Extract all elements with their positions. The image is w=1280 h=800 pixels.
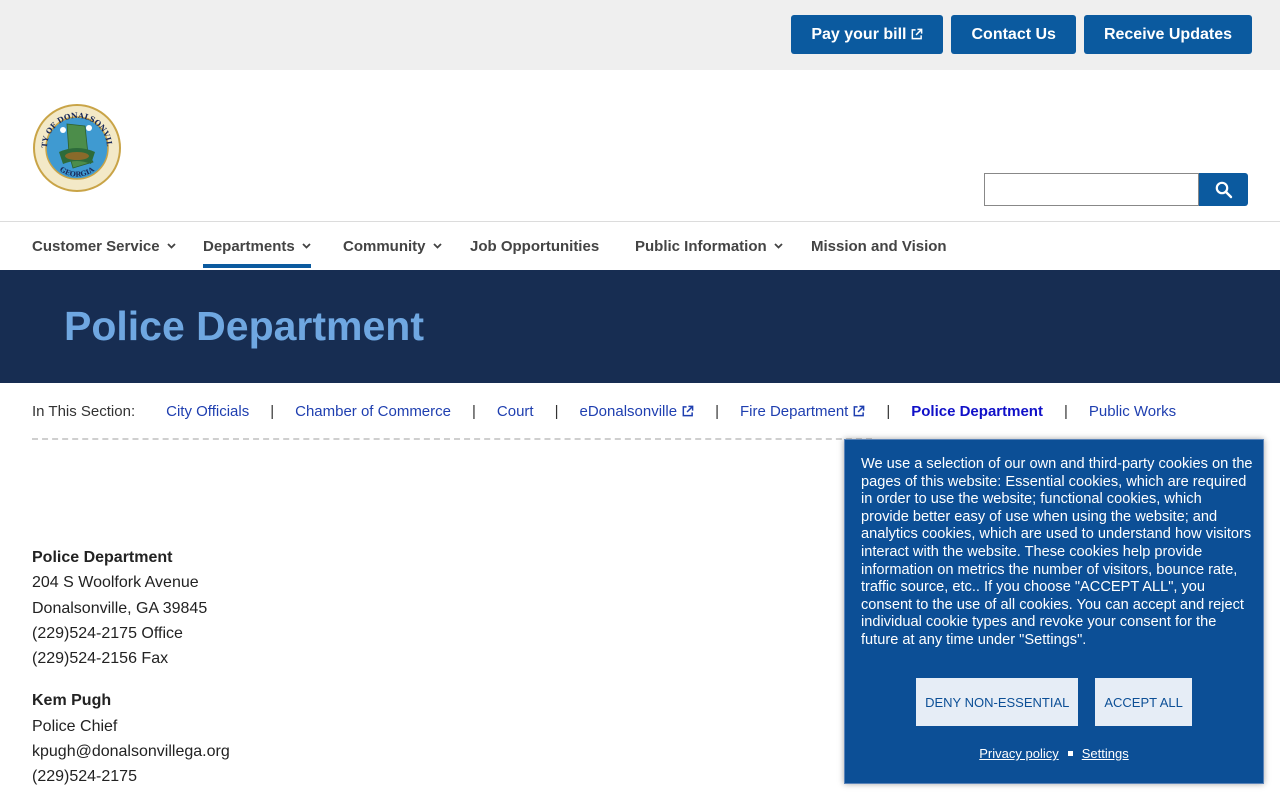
section-separator: | <box>1063 403 1068 420</box>
section-link-edonalsonville[interactable]: eDonalsonville <box>580 403 695 420</box>
section-link-text: eDonalsonville <box>579 403 678 420</box>
nav-item-label: Community <box>343 237 426 255</box>
section-link-chamber-of-commerce[interactable]: Chamber of Commerce <box>295 403 451 420</box>
external-link-icon <box>682 405 694 417</box>
chevron-down-icon <box>302 243 311 249</box>
contact-info: Police Department 204 S Woolfork Avenue … <box>32 545 230 800</box>
nav-item-public-information[interactable]: Public Information <box>635 222 783 270</box>
nav-item-customer-service[interactable]: Customer Service <box>32 222 176 270</box>
section-nav-label: In This Section: <box>32 403 136 420</box>
main-nav: Customer Service Departments Community J… <box>0 221 1280 270</box>
privacy-policy-link[interactable]: Privacy policy <box>979 746 1058 761</box>
chief-contact: Kem Pugh Police Chief kpugh@donalsonvill… <box>32 688 230 789</box>
cookie-settings-link[interactable]: Settings <box>1082 746 1129 761</box>
page-banner: Police Department <box>0 270 1280 383</box>
section-link-text: City Officials <box>166 403 250 420</box>
receive-updates-label: Receive Updates <box>1103 25 1232 43</box>
search-icon <box>1215 181 1232 198</box>
chevron-down-icon <box>432 243 442 249</box>
city-seal-logo[interactable]: CITY OF DONALSONVILLE GEORGIA <box>33 104 121 192</box>
chief-email: kpugh@donalsonvillega.org <box>32 743 230 761</box>
section-link-public-works[interactable]: Public Works <box>1089 403 1176 420</box>
nav-item-label: Mission and Vision <box>811 237 947 255</box>
search-button[interactable] <box>1199 173 1248 206</box>
external-link-icon <box>853 405 865 417</box>
section-separator: | <box>715 403 719 420</box>
site-header: CITY OF DONALSONVILLE GEORGIA <box>0 70 1280 221</box>
chief-phone: (229)524-2175 <box>32 768 137 786</box>
fax-number: (229)524-2156 Fax <box>32 650 169 668</box>
link-separator-dot <box>1067 751 1073 756</box>
section-link-text: Public Works <box>1088 403 1177 420</box>
section-link-police-department[interactable]: Police Department <box>911 403 1043 420</box>
chevron-down-icon <box>774 243 783 249</box>
page-title: Police Department <box>64 303 424 349</box>
section-link-text: Police Department <box>911 403 1043 420</box>
accept-all-button[interactable]: ACCEPT ALL <box>1095 678 1192 726</box>
section-divider <box>32 438 872 440</box>
section-separator: | <box>270 403 275 420</box>
nav-item-label: Customer Service <box>32 237 160 255</box>
cookie-buttons: DENY NON-ESSENTIAL ACCEPT ALL <box>845 678 1263 726</box>
nav-item-label: Public Information <box>635 237 767 255</box>
address-line-1: 204 S Woolfork Avenue <box>32 574 199 592</box>
section-link-text: Chamber of Commerce <box>295 403 451 420</box>
section-separator: | <box>554 403 559 420</box>
cookie-links: Privacy policy Settings <box>845 746 1263 761</box>
section-separator: | <box>886 403 891 420</box>
utility-bar: Pay your bill Contact Us Receive Updates <box>0 0 1280 70</box>
department-contact: Police Department 204 S Woolfork Avenue … <box>32 545 230 671</box>
address-line-2: Donalsonville, GA 39845 <box>32 599 208 617</box>
section-link-city-officials[interactable]: City Officials <box>166 403 249 420</box>
contact-us-button[interactable]: Contact Us <box>951 15 1076 54</box>
department-name: Police Department <box>32 549 173 566</box>
pay-bill-button[interactable]: Pay your bill <box>791 15 944 54</box>
search-box <box>984 173 1248 206</box>
nav-item-label: Job Opportunities <box>470 237 600 255</box>
section-link-court[interactable]: Court <box>497 403 534 420</box>
contact-us-label: Contact Us <box>971 25 1056 43</box>
office-phone: (229)524-2175 Office <box>32 624 183 642</box>
section-link-fire-department[interactable]: Fire Department <box>740 403 865 420</box>
section-nav: In This Section: City Officials | Chambe… <box>0 383 1280 441</box>
chief-title: Police Chief <box>32 717 118 735</box>
pay-bill-label: Pay your bill <box>811 25 907 43</box>
nav-item-mission-vision[interactable]: Mission and Vision <box>811 222 947 270</box>
utility-buttons: Pay your bill Contact Us Receive Updates <box>791 15 1252 54</box>
external-link-icon <box>912 28 923 40</box>
chevron-down-icon <box>166 243 176 249</box>
cookie-consent-text: We use a selection of our own and third-… <box>861 456 1253 648</box>
chief-name: Kem Pugh <box>32 692 112 710</box>
section-separator: | <box>472 403 476 420</box>
section-link-text: Court <box>496 403 534 420</box>
nav-item-community[interactable]: Community <box>343 222 442 270</box>
nav-item-label: Departments <box>203 237 295 255</box>
search-input[interactable] <box>984 173 1199 206</box>
cookie-consent-panel: We use a selection of our own and third-… <box>844 439 1264 784</box>
section-link-text: Fire Department <box>739 403 849 420</box>
nav-item-job-opportunities[interactable]: Job Opportunities <box>470 222 599 270</box>
nav-item-departments[interactable]: Departments <box>203 222 311 270</box>
receive-updates-button[interactable]: Receive Updates <box>1083 15 1252 54</box>
deny-non-essential-button[interactable]: DENY NON-ESSENTIAL <box>916 678 1079 726</box>
